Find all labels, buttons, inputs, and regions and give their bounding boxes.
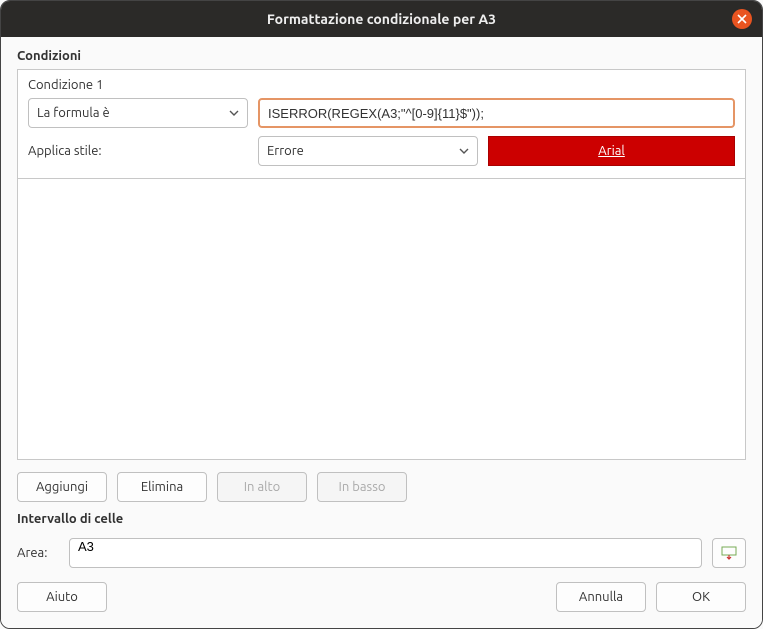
conditions-empty-area <box>18 179 745 459</box>
delete-button[interactable]: Elimina <box>117 472 207 502</box>
move-down-button[interactable]: In basso <box>317 472 407 502</box>
shrink-icon <box>721 546 737 560</box>
conditions-list: Condizione 1 La formula è Applica stile: <box>17 69 746 460</box>
footer-right: Annulla OK <box>556 582 746 612</box>
chevron-down-icon <box>459 146 469 156</box>
apply-style-label: Applica stile: <box>28 144 248 158</box>
formula-input[interactable] <box>268 106 725 121</box>
ok-button[interactable]: OK <box>656 582 746 612</box>
style-preview-text: Arial <box>598 144 625 158</box>
dialog-content: Condizioni Condizione 1 La formula è <box>1 37 762 628</box>
style-combo[interactable]: Errore <box>258 136 478 166</box>
condition-row-1: La formula è <box>28 98 735 128</box>
chevron-down-icon <box>229 108 239 118</box>
condition-type-value: La formula è <box>37 106 110 120</box>
dialog-window: Formattazione condizionale per A3 Condiz… <box>0 0 763 629</box>
condition-panel[interactable]: Condizione 1 La formula è Applica stile: <box>18 70 745 179</box>
conditions-header: Condizioni <box>17 49 746 63</box>
range-header: Intervallo di celle <box>17 512 746 526</box>
style-combo-value: Errore <box>267 144 304 158</box>
range-input-wrap[interactable] <box>69 538 702 568</box>
titlebar: Formattazione condizionale per A3 <box>1 1 762 37</box>
range-row: Area: <box>17 538 746 568</box>
close-icon <box>737 14 747 24</box>
range-input[interactable] <box>78 539 693 554</box>
footer-row: Aiuto Annulla OK <box>17 582 746 612</box>
condition-row-2: Applica stile: Errore Arial <box>28 136 735 166</box>
window-title: Formattazione condizionale per A3 <box>267 11 496 27</box>
formula-input-wrap[interactable] <box>258 98 735 128</box>
condition-title: Condizione 1 <box>28 78 735 92</box>
shrink-range-button[interactable] <box>712 538 746 568</box>
move-up-button[interactable]: In alto <box>217 472 307 502</box>
cancel-button[interactable]: Annulla <box>556 582 646 612</box>
style-preview: Arial <box>488 136 735 166</box>
help-button[interactable]: Aiuto <box>17 582 107 612</box>
close-button[interactable] <box>732 9 752 29</box>
condition-type-combo[interactable]: La formula è <box>28 98 248 128</box>
condition-buttons-row: Aggiungi Elimina In alto In basso <box>17 466 746 512</box>
range-label: Area: <box>17 546 59 560</box>
add-button[interactable]: Aggiungi <box>17 472 107 502</box>
